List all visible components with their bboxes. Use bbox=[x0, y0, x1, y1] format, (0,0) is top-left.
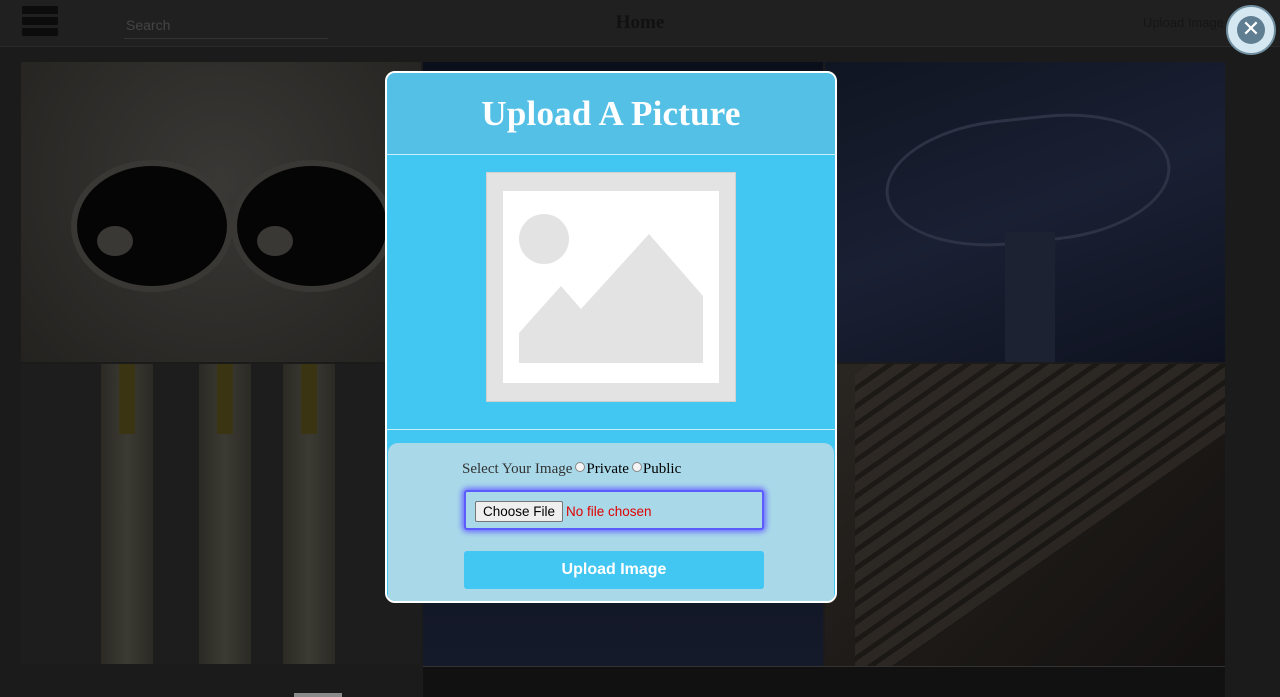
gallery-image-satellite-dish[interactable] bbox=[825, 62, 1225, 362]
building-facade bbox=[855, 364, 1225, 668]
upload-form: Select Your Image Private Public Choose Fi… bbox=[388, 443, 834, 601]
cricket-bat bbox=[199, 364, 251, 664]
gallery-image-cartoon[interactable] bbox=[21, 62, 421, 362]
upload-modal: Upload A Picture Select Your Image Privat… bbox=[385, 71, 837, 603]
radio-public-label: Public bbox=[642, 461, 682, 477]
image-preview bbox=[486, 172, 736, 402]
modal-header: Upload A Picture bbox=[387, 73, 835, 155]
top-navbar: Home Upload Image bbox=[0, 0, 1280, 47]
cricket-bat bbox=[283, 364, 335, 664]
upload-image-link[interactable]: Upload Image bbox=[1143, 15, 1224, 30]
radio-public[interactable] bbox=[631, 462, 642, 472]
gallery-image-building[interactable] bbox=[825, 364, 1225, 668]
page: Home Upload Image ✕ Upload A Picture bbox=[0, 0, 1280, 697]
privacy-selector: Select Your Image Private Public bbox=[462, 461, 681, 478]
file-input[interactable]: Choose File No file chosen bbox=[464, 490, 764, 530]
scrollbar-thumb[interactable] bbox=[294, 693, 342, 697]
cricket-bat bbox=[101, 364, 153, 664]
gallery-next-row bbox=[423, 666, 1225, 697]
select-image-label: Select Your Image bbox=[462, 461, 573, 477]
modal-title: Upload A Picture bbox=[481, 93, 741, 133]
divider bbox=[387, 154, 835, 155]
close-button[interactable]: ✕ bbox=[1226, 5, 1276, 55]
close-icon: ✕ bbox=[1237, 16, 1265, 44]
radio-private-label: Private bbox=[586, 461, 629, 477]
image-placeholder-icon bbox=[503, 191, 719, 383]
dish-mast bbox=[1005, 232, 1055, 362]
file-status-text: No file chosen bbox=[566, 504, 652, 519]
page-title: Home bbox=[615, 12, 665, 33]
gallery-image-cricket-bats[interactable] bbox=[21, 364, 421, 664]
cartoon-eye bbox=[231, 160, 393, 292]
choose-file-button[interactable]: Choose File bbox=[475, 501, 564, 522]
cartoon-eye bbox=[71, 160, 233, 292]
radio-private[interactable] bbox=[575, 462, 586, 472]
upload-image-button[interactable]: Upload Image bbox=[464, 551, 764, 589]
divider bbox=[387, 429, 835, 430]
